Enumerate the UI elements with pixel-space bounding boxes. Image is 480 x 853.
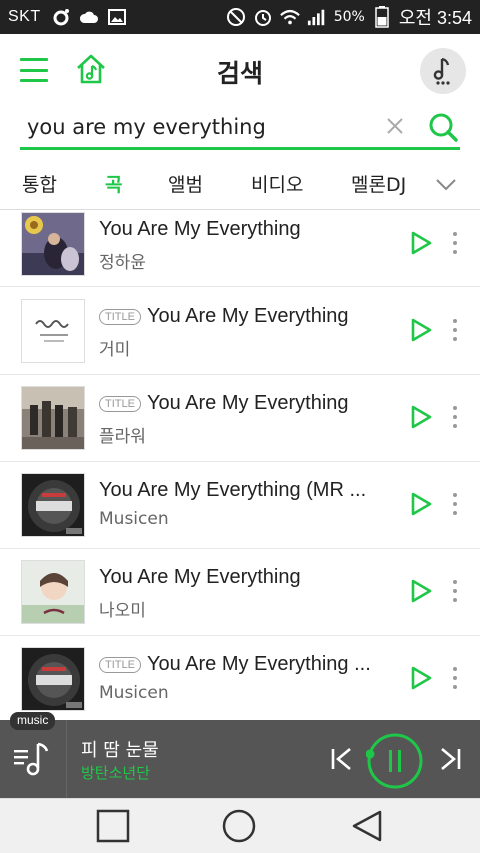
music-badge: music bbox=[10, 712, 56, 730]
system-nav-bar bbox=[0, 798, 480, 853]
album-art bbox=[21, 473, 85, 537]
next-track-icon[interactable] bbox=[438, 746, 462, 772]
app-header: 검색 bbox=[0, 34, 480, 108]
search-input[interactable] bbox=[27, 112, 367, 142]
chevron-down-icon[interactable] bbox=[434, 172, 458, 196]
tab-melon-dj[interactable]: 멜론DJ bbox=[351, 170, 406, 197]
menu-button[interactable] bbox=[20, 58, 48, 82]
notification-icon bbox=[51, 7, 71, 27]
song-list: You Are My Everything 정하윤 TITLE You Are … bbox=[0, 211, 480, 720]
battery-icon bbox=[372, 6, 392, 28]
more-options-icon[interactable] bbox=[448, 404, 462, 430]
album-art bbox=[21, 560, 85, 624]
song-title: You Are My Everything bbox=[99, 218, 301, 240]
signal-icon bbox=[307, 7, 327, 27]
wifi-icon bbox=[279, 7, 300, 27]
play-icon[interactable] bbox=[408, 491, 434, 517]
album-art bbox=[21, 647, 85, 711]
play-icon[interactable] bbox=[408, 404, 434, 430]
my-music-button[interactable] bbox=[420, 48, 466, 94]
tab-songs[interactable]: 곡 bbox=[105, 170, 122, 197]
play-icon[interactable] bbox=[408, 578, 434, 604]
alarm-icon bbox=[253, 7, 273, 27]
image-icon bbox=[107, 7, 127, 27]
song-artist: Musicen bbox=[99, 683, 169, 703]
more-options-icon[interactable] bbox=[448, 230, 462, 256]
now-playing-title: 피 땀 눈물 bbox=[81, 740, 159, 761]
list-item[interactable]: TITLE You Are My Everything ... Musicen bbox=[0, 636, 480, 720]
song-artist: 거미 bbox=[99, 340, 131, 360]
more-options-icon[interactable] bbox=[448, 317, 462, 343]
list-item[interactable]: You Are My Everything (MR ... Musicen bbox=[0, 462, 480, 549]
title-badge: TITLE bbox=[99, 308, 141, 325]
more-options-icon[interactable] bbox=[448, 491, 462, 517]
more-options-icon[interactable] bbox=[448, 578, 462, 604]
clock: 오전 3:54 bbox=[398, 8, 472, 28]
song-artist: Musicen bbox=[99, 509, 169, 529]
mute-icon bbox=[226, 7, 246, 27]
list-item[interactable]: TITLE You Are My Everything 플라워 bbox=[0, 375, 480, 462]
song-title: You Are My Everything ... bbox=[146, 653, 371, 675]
more-options-icon[interactable] bbox=[448, 665, 462, 691]
clear-icon[interactable] bbox=[385, 116, 405, 136]
album-art bbox=[21, 386, 85, 450]
title-badge: TITLE bbox=[99, 656, 141, 673]
recent-apps-icon[interactable] bbox=[96, 809, 130, 843]
album-art bbox=[21, 212, 85, 276]
play-icon[interactable] bbox=[408, 665, 434, 691]
song-artist: 정하윤 bbox=[99, 253, 146, 273]
tab-albums[interactable]: 앨범 bbox=[168, 170, 203, 197]
category-tabs: 통합 곡 앨범 비디오 멜론DJ bbox=[0, 158, 480, 210]
home-icon[interactable] bbox=[222, 809, 256, 843]
song-artist: 플라워 bbox=[99, 427, 146, 447]
search-icon[interactable] bbox=[428, 112, 458, 142]
song-title: You Are My Everything bbox=[146, 392, 349, 414]
list-item[interactable]: TITLE You Are My Everything 거미 bbox=[0, 288, 480, 375]
playlist-icon[interactable] bbox=[12, 736, 56, 780]
previous-track-icon[interactable] bbox=[330, 746, 354, 772]
song-title: You Are My Everything bbox=[99, 566, 301, 588]
play-icon[interactable] bbox=[408, 230, 434, 256]
list-item[interactable]: You Are My Everything 정하윤 bbox=[0, 211, 480, 287]
song-artist: 나오미 bbox=[99, 601, 146, 621]
back-icon[interactable] bbox=[350, 809, 384, 843]
tab-all[interactable]: 통합 bbox=[22, 170, 57, 197]
status-bar: SKT 50% 오전 3:54 bbox=[0, 0, 480, 34]
album-art bbox=[21, 299, 85, 363]
pause-icon[interactable] bbox=[365, 732, 424, 790]
battery-percent: 50% bbox=[333, 9, 365, 25]
carrier-label: SKT bbox=[8, 8, 41, 25]
song-title: You Are My Everything bbox=[146, 305, 349, 327]
list-item[interactable]: You Are My Everything 나오미 bbox=[0, 549, 480, 636]
play-icon[interactable] bbox=[408, 317, 434, 343]
page-title: 검색 bbox=[216, 59, 263, 88]
now-playing-artist: 방탄소년단 bbox=[81, 764, 151, 782]
title-badge: TITLE bbox=[99, 395, 141, 412]
mini-player[interactable]: music 피 땀 눈물 방탄소년단 bbox=[0, 712, 480, 798]
cloud-icon bbox=[79, 7, 99, 27]
tab-videos[interactable]: 비디오 bbox=[251, 170, 303, 197]
home-music-icon[interactable] bbox=[74, 52, 108, 86]
song-title: You Are My Everything (MR ... bbox=[99, 479, 367, 501]
search-bar bbox=[20, 108, 460, 150]
